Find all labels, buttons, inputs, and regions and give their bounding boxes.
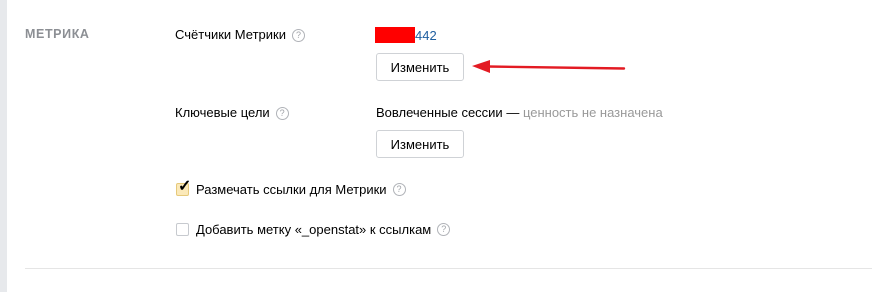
option-add-openstat[interactable]: Добавить метку «_openstat» к ссылкам? [176,222,451,237]
counters-label: Счётчики Метрики [175,27,286,42]
counter-link[interactable]: 442 [415,28,437,43]
option-mark-links[interactable]: ✓ Размечать ссылки для Метрики? [176,179,406,197]
help-icon[interactable]: ? [437,223,451,236]
option-label[interactable]: Размечать ссылки для Метрики [196,182,387,197]
change-counters-button[interactable]: Изменить [376,53,464,81]
counters-label-row: Счётчики Метрики? [175,27,305,42]
change-goals-button[interactable]: Изменить [376,130,464,158]
goal-name: Вовлеченные сессии [376,105,503,120]
goal-separator: — [502,105,523,120]
help-icon[interactable]: ? [291,29,305,42]
checkmark-icon: ✓ [178,178,192,195]
help-icon[interactable]: ? [392,183,406,196]
section-divider [25,268,872,269]
checkbox-unchecked[interactable] [176,223,189,236]
goals-label: Ключевые цели [175,105,270,120]
help-icon[interactable]: ? [275,107,289,120]
section-title: МЕТРИКА [25,27,90,41]
annotation-arrow-icon [472,60,626,73]
goal-description: Вовлеченные сессии — ценность не назначе… [376,105,663,120]
checkbox-checked[interactable]: ✓ [176,179,191,196]
redacted-counter-id [375,27,415,43]
counter-value: 442 [375,27,437,43]
goals-label-row: Ключевые цели? [175,105,289,120]
left-border [0,0,7,292]
option-label[interactable]: Добавить метку «_openstat» к ссылкам [196,222,431,237]
goal-status: ценность не назначена [522,105,663,120]
